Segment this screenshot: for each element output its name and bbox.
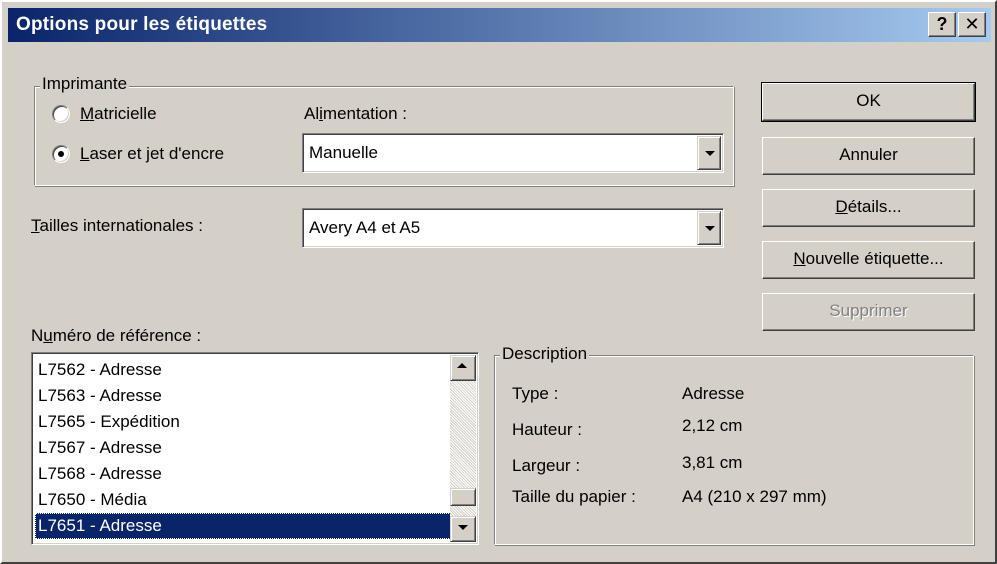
- chevron-up-icon: [457, 363, 467, 368]
- desc-height-value: 2,12 cm: [682, 416, 743, 435]
- ok-button[interactable]: OK: [761, 82, 976, 122]
- list-scrollbar[interactable]: [450, 355, 476, 542]
- title-bar[interactable]: Options pour les étiquettes ? ✕: [8, 8, 991, 42]
- list-item[interactable]: L7568 - Adresse: [35, 461, 453, 487]
- list-item[interactable]: L7567 - Adresse: [35, 435, 453, 461]
- desc-width-key: Largeur :: [512, 456, 581, 475]
- reference-list: L7562 - Adresse L7563 - Adresse L7565 - …: [35, 357, 453, 539]
- list-item[interactable]: L7650 - Média: [35, 487, 453, 513]
- sizes-select-value: Avery A4 et A5: [309, 218, 421, 237]
- feed-select[interactable]: Manuelle: [302, 133, 724, 173]
- details-button[interactable]: Détails...: [762, 189, 975, 227]
- chevron-down-icon: [458, 525, 468, 530]
- radio-dot-matrix[interactable]: [52, 105, 70, 123]
- reference-listbox[interactable]: L7562 - Adresse L7563 - Adresse L7565 - …: [31, 352, 479, 545]
- help-button[interactable]: ?: [928, 12, 956, 37]
- radio-laser-inkjet[interactable]: [52, 145, 70, 163]
- desc-height-key: Hauteur :: [512, 420, 582, 439]
- delete-button[interactable]: Supprimer: [762, 293, 975, 331]
- list-item[interactable]: L7565 - Expédition: [35, 409, 453, 435]
- sizes-label: Tailles internationales :: [31, 216, 203, 235]
- printer-group-legend: Imprimante: [40, 74, 130, 94]
- label-options-dialog: Options pour les étiquettes ? ✕ Impriman…: [0, 0, 997, 564]
- list-item-selected[interactable]: L7651 - Adresse: [35, 513, 453, 539]
- window-title: Options pour les étiquettes: [16, 14, 268, 35]
- sizes-dropdown-button[interactable]: [697, 211, 721, 245]
- cancel-button[interactable]: Annuler: [762, 137, 975, 175]
- radio-selected-dot: [58, 151, 64, 157]
- chevron-down-icon: [705, 151, 715, 156]
- desc-width-value: 3,81 cm: [682, 453, 743, 472]
- radio-laser-inkjet-label[interactable]: Laser et jet d'encre: [80, 143, 224, 165]
- scroll-thumb[interactable]: [450, 488, 476, 506]
- scroll-down-button[interactable]: [450, 516, 476, 542]
- radio-dot-matrix-label[interactable]: Matricielle: [80, 103, 157, 125]
- desc-paper-key: Taille du papier :: [512, 487, 636, 506]
- close-icon[interactable]: ✕: [958, 12, 986, 37]
- desc-type-key: Type :: [512, 384, 559, 403]
- sizes-select[interactable]: Avery A4 et A5: [302, 208, 724, 248]
- feed-select-value: Manuelle: [309, 143, 378, 162]
- feed-dropdown-button[interactable]: [697, 136, 721, 170]
- scroll-up-button[interactable]: [450, 355, 476, 381]
- description-legend: Description: [500, 344, 590, 364]
- desc-type-value: Adresse: [682, 384, 745, 403]
- reference-label: Numéro de référence :: [31, 326, 202, 345]
- new-label-button[interactable]: Nouvelle étiquette...: [762, 241, 975, 279]
- desc-paper-value: A4 (210 x 297 mm): [682, 487, 827, 506]
- list-item[interactable]: L7563 - Adresse: [35, 383, 453, 409]
- list-item[interactable]: L7562 - Adresse: [35, 357, 453, 383]
- chevron-down-icon: [705, 226, 715, 231]
- feed-label: Alimentation :: [304, 104, 408, 123]
